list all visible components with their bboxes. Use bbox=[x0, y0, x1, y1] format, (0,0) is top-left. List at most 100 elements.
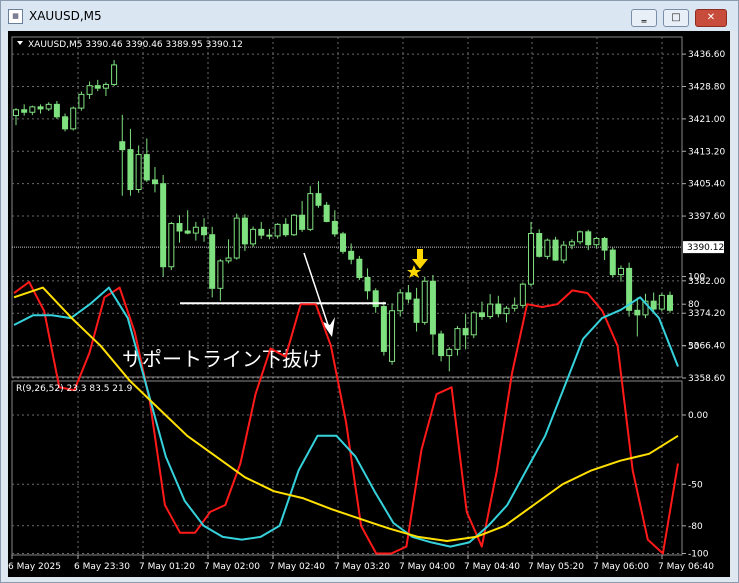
indicator-level-label: 50 bbox=[688, 342, 700, 352]
bear-candle bbox=[650, 300, 657, 310]
bull-candle bbox=[13, 109, 19, 117]
bull-candle bbox=[397, 292, 404, 312]
price-label: 3397.60 bbox=[688, 212, 725, 222]
bear-candle bbox=[62, 116, 69, 130]
bear-candle bbox=[462, 328, 469, 336]
bear-candle bbox=[348, 250, 355, 260]
time-label: 6 May 2025 bbox=[8, 562, 61, 572]
bull-candle bbox=[290, 214, 297, 236]
price-label: 3358.60 bbox=[688, 374, 725, 384]
chart-window-icon: ▦ bbox=[8, 9, 23, 24]
bull-candle bbox=[658, 294, 665, 310]
title-bar[interactable]: ▦ XAUUSD,M5 ‗ □ ✕ bbox=[1, 1, 738, 31]
bull-candle bbox=[274, 223, 281, 237]
time-label: 7 May 04:40 bbox=[464, 562, 520, 572]
bear-candle bbox=[184, 230, 191, 234]
time-label: 7 May 01:20 bbox=[139, 562, 195, 572]
bear-candle bbox=[331, 220, 338, 235]
time-label: 6 May 23:30 bbox=[74, 562, 130, 572]
bull-candle bbox=[593, 237, 600, 246]
bear-candle bbox=[299, 214, 306, 230]
indicator-level-label: 80 bbox=[688, 300, 700, 310]
time-label: 7 May 06:40 bbox=[658, 562, 714, 572]
bear-candle bbox=[282, 223, 289, 236]
bear-candle bbox=[323, 204, 330, 222]
time-label: 7 May 05:20 bbox=[528, 562, 584, 572]
bull-candle bbox=[511, 304, 518, 309]
bear-candle bbox=[380, 306, 387, 352]
bear-candle bbox=[429, 280, 436, 335]
bull-candle bbox=[217, 260, 224, 289]
bull-candle bbox=[487, 303, 494, 318]
bear-candle bbox=[478, 312, 485, 318]
bull-candle bbox=[617, 267, 624, 276]
chart-window: ▦ XAUUSD,M5 ‗ □ ✕ サポートライン下抜け 6 May 2025 6… bbox=[0, 0, 739, 583]
bear-candle bbox=[667, 294, 673, 311]
bear-candle bbox=[536, 232, 543, 257]
bull-candle bbox=[102, 83, 109, 89]
bull-candle bbox=[446, 348, 453, 357]
bear-candle bbox=[151, 179, 158, 185]
price-chart[interactable]: サポートライン下抜け 6 May 2025 6 May 23:30 7 May 01… bbox=[8, 31, 730, 577]
bear-candle bbox=[201, 226, 208, 236]
price-label: 3421.00 bbox=[688, 115, 725, 125]
close-button[interactable]: ✕ bbox=[695, 9, 727, 27]
bear-candle bbox=[160, 183, 167, 268]
bull-candle bbox=[192, 226, 199, 234]
bear-candle bbox=[634, 309, 641, 316]
bear-candle bbox=[241, 217, 248, 245]
maximize-button[interactable]: □ bbox=[663, 9, 689, 27]
current-price-label: 3390.12 bbox=[687, 243, 724, 253]
bull-candle bbox=[389, 310, 396, 362]
price-label: 3374.20 bbox=[688, 309, 725, 319]
bull-candle bbox=[560, 244, 567, 261]
indicator-level-label: -100 bbox=[688, 550, 709, 560]
time-label: 7 May 02:40 bbox=[269, 562, 325, 572]
bull-candle bbox=[135, 154, 142, 190]
time-label: 7 May 04:00 bbox=[399, 562, 455, 572]
indicator-level-label: 0.00 bbox=[688, 411, 708, 421]
bear-candle bbox=[364, 277, 371, 292]
bear-candle bbox=[552, 239, 559, 261]
bull-candle bbox=[577, 231, 584, 243]
bull-candle bbox=[250, 228, 257, 245]
indicator-level-label: -80 bbox=[688, 522, 703, 532]
bear-candle bbox=[315, 193, 322, 206]
bear-candle bbox=[438, 333, 445, 357]
bear-candle bbox=[601, 237, 608, 251]
minimize-button[interactable]: ‗ bbox=[631, 9, 657, 27]
bear-candle bbox=[585, 231, 592, 246]
time-label: 7 May 03:20 bbox=[334, 562, 390, 572]
bull-candle bbox=[528, 232, 535, 285]
annotation-text: サポートライン下抜け bbox=[122, 347, 322, 371]
bear-candle bbox=[94, 85, 101, 89]
bull-candle bbox=[544, 239, 551, 257]
bear-candle bbox=[258, 228, 265, 236]
price-label: 3405.40 bbox=[688, 180, 725, 190]
bull-candle bbox=[111, 64, 118, 85]
bear-candle bbox=[405, 292, 412, 300]
bull-candle bbox=[503, 307, 510, 315]
bull-candle bbox=[568, 241, 575, 246]
bear-candle bbox=[609, 249, 616, 276]
bull-candle bbox=[233, 217, 240, 259]
bull-candle bbox=[29, 106, 36, 113]
bear-candle bbox=[143, 154, 150, 181]
time-label: 7 May 02:00 bbox=[204, 562, 260, 572]
bear-candle bbox=[495, 303, 502, 315]
bear-candle bbox=[119, 141, 126, 151]
bull-candle bbox=[519, 283, 526, 306]
bear-candle bbox=[209, 234, 216, 289]
bull-candle bbox=[78, 93, 85, 109]
bear-candle bbox=[413, 298, 420, 323]
bull-candle bbox=[421, 280, 428, 323]
bear-candle bbox=[53, 103, 60, 118]
time-label: 7 May 06:00 bbox=[593, 562, 649, 572]
price-label: 3436.60 bbox=[688, 50, 725, 60]
indicator-level-label: -50 bbox=[688, 480, 703, 490]
bull-candle bbox=[307, 193, 314, 230]
bear-candle bbox=[356, 258, 363, 279]
indicator-level-label: 100 bbox=[688, 273, 705, 283]
bull-candle bbox=[70, 107, 77, 130]
window-title: XAUUSD,M5 bbox=[29, 9, 102, 23]
